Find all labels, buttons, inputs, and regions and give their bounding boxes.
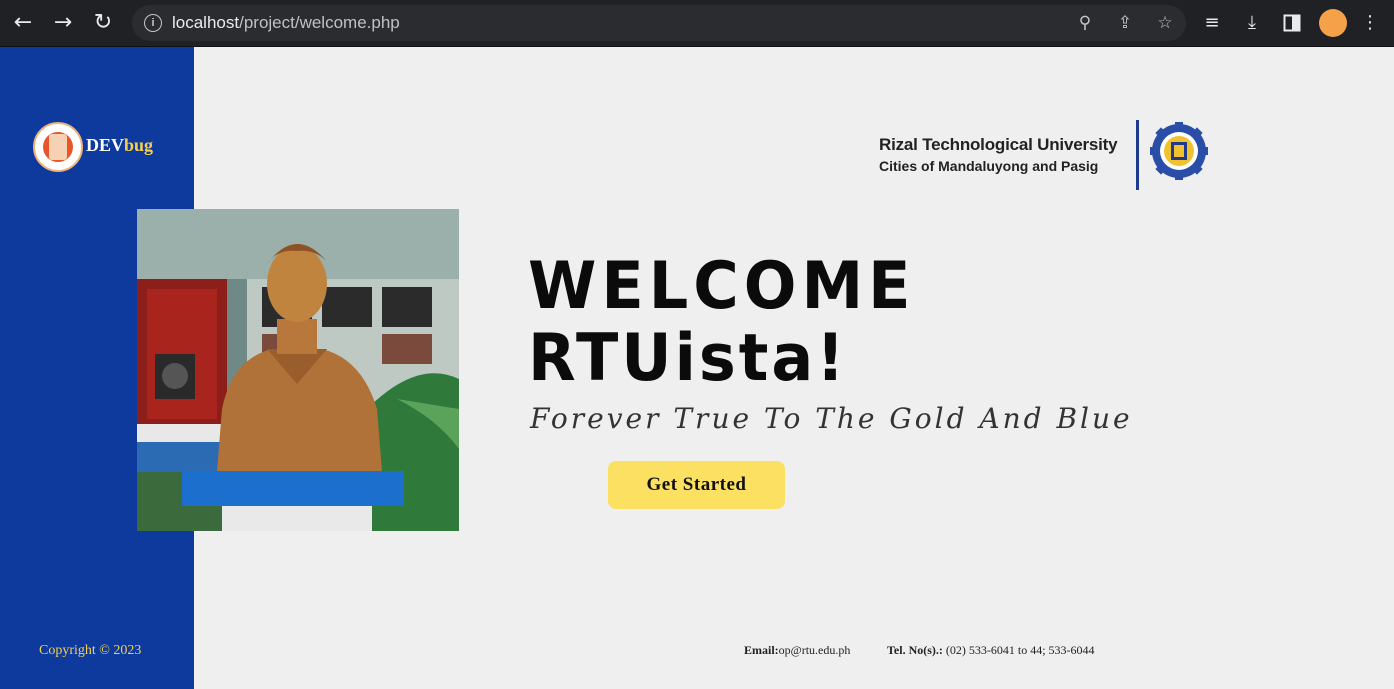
reload-icon[interactable]: ↻ xyxy=(88,8,118,38)
tel-label: Tel. No(s).: xyxy=(887,643,943,657)
site-info-icon[interactable]: i xyxy=(144,14,162,32)
university-name: Rizal Technological University xyxy=(879,135,1118,154)
email-label: Email: xyxy=(744,643,779,657)
header-divider xyxy=(1136,120,1139,190)
back-arrow-icon[interactable]: ← xyxy=(8,8,38,38)
welcome-heading: WELCOME xyxy=(528,247,916,324)
brand-prefix: DEV xyxy=(86,135,125,155)
email-value: op@rtu.edu.ph xyxy=(778,643,851,657)
address-bar[interactable]: i localhost/project/welcome.php ⚲ ⇪ ☆ xyxy=(132,5,1186,41)
brand-suffix: bug xyxy=(124,135,154,155)
email-contact: Email:op@rtu.edu.ph xyxy=(744,643,850,658)
bookmark-star-icon[interactable]: ☆ xyxy=(1153,11,1177,35)
side-panel-icon[interactable] xyxy=(1279,10,1305,36)
browser-toolbar: ← → ↻ i localhost/project/welcome.php ⚲ … xyxy=(0,0,1394,47)
media-playlist-icon[interactable]: ≡ xyxy=(1199,10,1225,36)
university-subtitle: Cities of Mandaluyong and Pasig xyxy=(879,158,1099,174)
devbug-logo xyxy=(33,122,83,172)
zoom-icon[interactable]: ⚲ xyxy=(1073,11,1097,35)
url-text[interactable]: localhost/project/welcome.php xyxy=(172,13,400,33)
url-host: localhost xyxy=(172,13,240,32)
download-icon[interactable]: ⤓ xyxy=(1239,10,1265,36)
copyright-text: Copyright © 2023 xyxy=(39,643,142,658)
share-icon[interactable]: ⇪ xyxy=(1113,11,1137,35)
profile-avatar[interactable] xyxy=(1319,9,1347,37)
rtuista-heading: RTUista! xyxy=(528,319,848,396)
tel-value: (02) 533-6041 to 44; 533-6044 xyxy=(945,643,1095,657)
get-started-button[interactable]: Get Started xyxy=(608,461,785,509)
kebab-menu-icon[interactable]: ⋮ xyxy=(1357,10,1383,36)
url-path: /project/welcome.php xyxy=(239,13,400,32)
forward-arrow-icon[interactable]: → xyxy=(48,8,78,38)
telephone-contact: Tel. No(s).: (02) 533-6041 to 44; 533-60… xyxy=(887,643,1095,658)
tagline: Forever True To The Gold And Blue xyxy=(530,402,1133,435)
rtu-seal-icon xyxy=(1150,122,1208,180)
brand-name: DEVbug xyxy=(86,135,153,156)
rizal-bust-photo xyxy=(137,209,459,531)
